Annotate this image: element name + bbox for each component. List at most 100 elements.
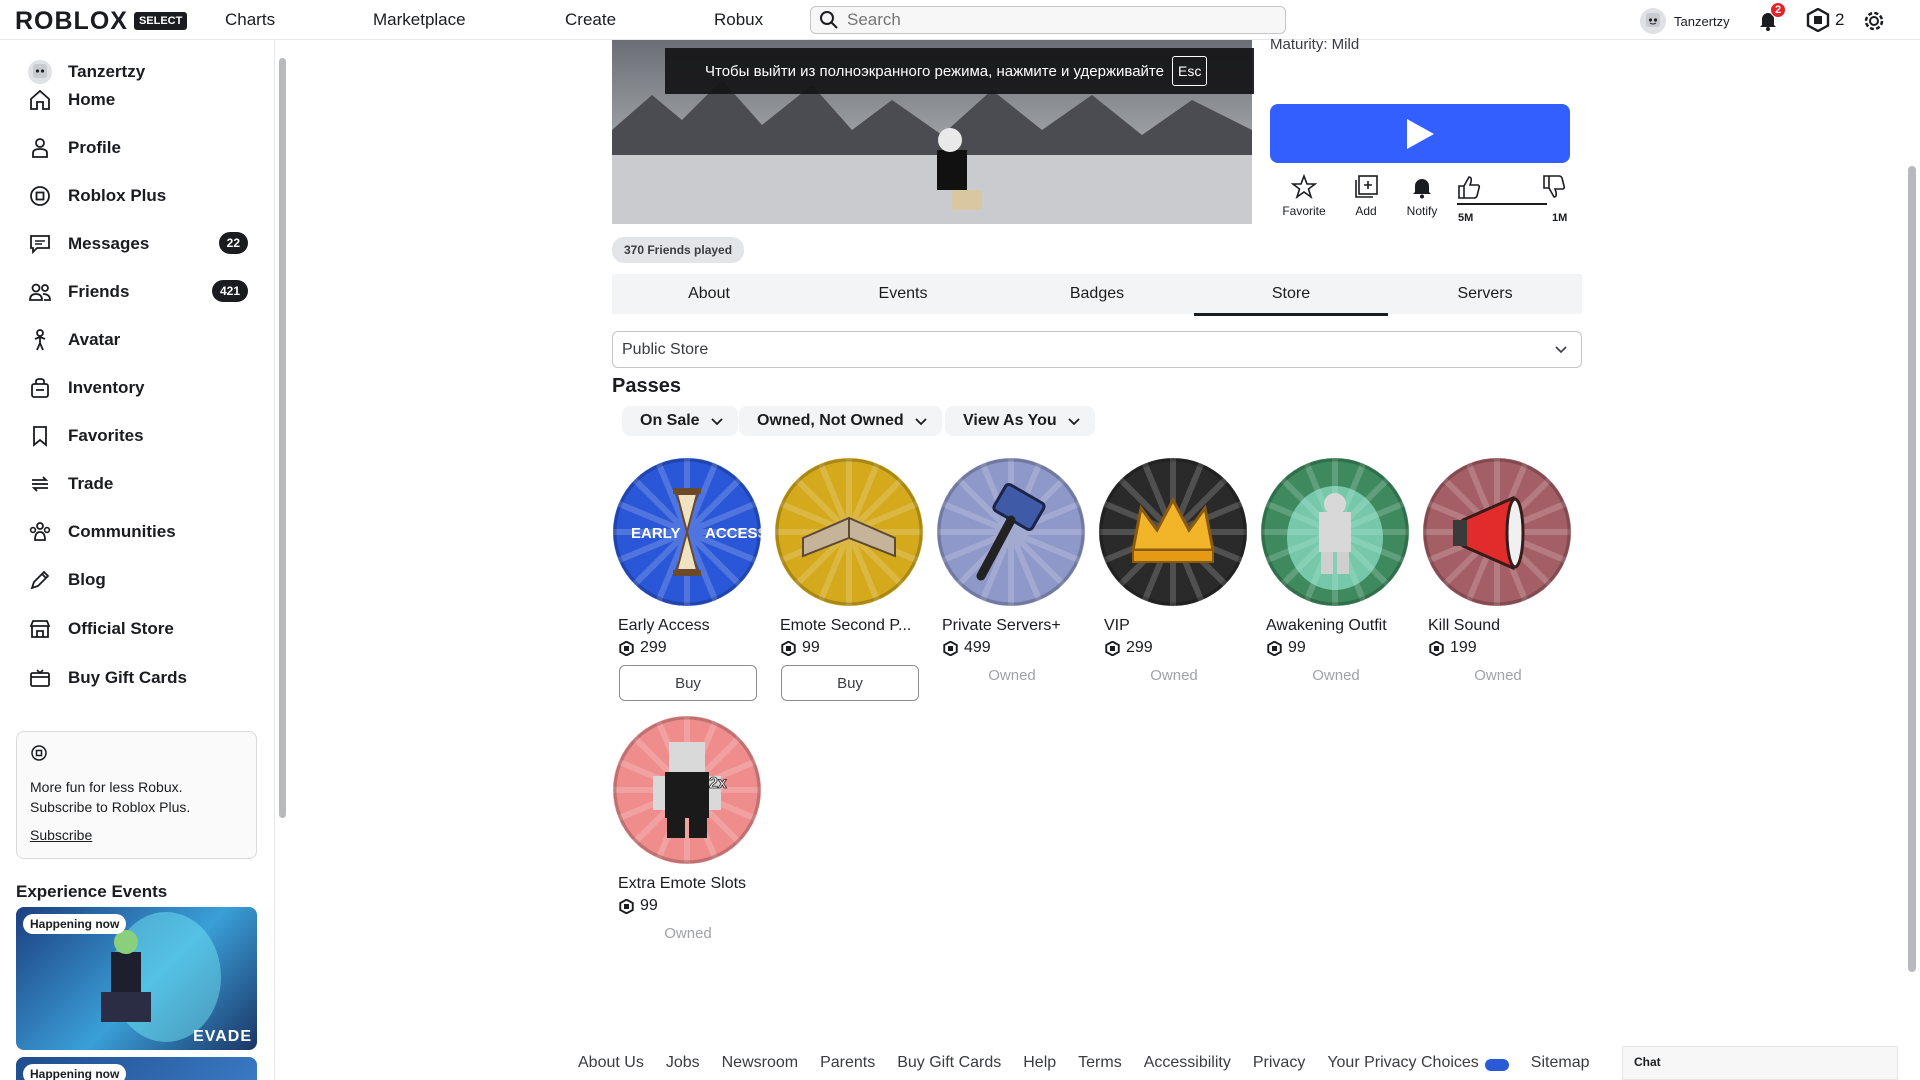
sidebar-item-home[interactable]: Home <box>28 86 248 114</box>
game-pass-name[interactable]: Emote Second P... <box>775 617 925 635</box>
logo-badge: SELECT <box>133 12 188 30</box>
price-value: 99 <box>1288 639 1306 656</box>
nav-create[interactable]: Create <box>565 10 616 30</box>
roblox-plus-promo: More fun for less Robux. Subscribe to Ro… <box>16 731 257 859</box>
filter-ownership[interactable]: Owned, Not Owned <box>739 406 942 436</box>
game-pass-thumbnail[interactable] <box>1261 458 1409 606</box>
game-pass-thumbnail[interactable] <box>937 458 1085 606</box>
sidebar-item-inventory[interactable]: Inventory <box>28 374 248 402</box>
sidebar-item-favorites[interactable]: Favorites <box>28 422 248 450</box>
game-pass-card[interactable]: VIP 299 Owned <box>1099 458 1249 684</box>
sidebar-item-trade[interactable]: Trade <box>28 470 248 498</box>
favorite-button[interactable]: Favorite <box>1274 174 1334 218</box>
tab-events[interactable]: Events <box>806 274 1000 314</box>
inventory-icon <box>28 376 52 400</box>
game-pass-card[interactable]: Emote Second P... 99 Buy <box>775 458 925 701</box>
sidebar-item-profile[interactable]: Profile <box>28 134 248 162</box>
sidebar-scrollbar[interactable] <box>279 58 286 818</box>
game-pass-card[interactable]: 2x Extra Emote Slots 99 Owned <box>613 716 763 942</box>
roblox-logo[interactable]: ROBLOX SELECT <box>15 7 188 35</box>
footer-link-terms[interactable]: Terms <box>1078 1054 1122 1072</box>
game-pass-name[interactable]: Extra Emote Slots <box>613 875 763 893</box>
footer-link-parents[interactable]: Parents <box>820 1054 875 1072</box>
filter-view-as[interactable]: View As You <box>945 406 1095 436</box>
filter-label: View As You <box>963 412 1057 429</box>
event-card[interactable]: Happening now <box>16 1057 257 1080</box>
tab-servers[interactable]: Servers <box>1388 274 1582 314</box>
sidebar-item-messages[interactable]: Messages 22 <box>28 230 248 258</box>
robux-icon[interactable] <box>1806 8 1830 32</box>
sidebar-item-official-store[interactable]: Official Store <box>28 615 248 643</box>
sidebar-item-label: Favorites <box>68 426 144 445</box>
sidebar-item-blog[interactable]: Blog <box>28 566 248 594</box>
game-pass-price: 499 <box>937 639 1087 657</box>
thumbs-down-icon[interactable] <box>1541 174 1567 200</box>
sidebar-item-buy-gift-cards[interactable]: Buy Gift Cards <box>28 664 248 692</box>
chevron-down-icon <box>1068 418 1080 426</box>
game-pass-thumbnail[interactable] <box>1099 458 1247 606</box>
game-pass-name[interactable]: Kill Sound <box>1423 617 1573 635</box>
chat-panel[interactable]: Chat <box>1622 1046 1898 1080</box>
top-user-profile[interactable]: Tanzertzy <box>1640 8 1730 34</box>
game-pass-thumbnail[interactable] <box>1423 458 1571 606</box>
logo-text: ROBLOX <box>15 7 128 35</box>
filter-on-sale[interactable]: On Sale <box>622 406 738 436</box>
tab-store[interactable]: Store <box>1194 274 1388 316</box>
footer-link-help[interactable]: Help <box>1023 1054 1056 1072</box>
robux-icon <box>943 640 958 656</box>
top-navigation-bar: ROBLOX SELECT Charts Marketplace Create … <box>0 0 1920 40</box>
bell-icon <box>1413 179 1431 199</box>
sidebar-item-avatar[interactable]: Avatar <box>28 326 248 354</box>
game-pass-thumbnail[interactable]: EARLY ACCESS <box>613 458 761 606</box>
footer-link-newsroom[interactable]: Newsroom <box>722 1054 798 1072</box>
game-pass-name[interactable]: VIP <box>1099 617 1249 635</box>
footer-link-accessibility[interactable]: Accessibility <box>1144 1054 1231 1072</box>
gear-icon[interactable] <box>1861 8 1887 34</box>
footer-link-privacy[interactable]: Privacy <box>1253 1054 1305 1072</box>
footer-link-jobs[interactable]: Jobs <box>666 1054 700 1072</box>
notify-button[interactable]: Notify <box>1392 174 1452 218</box>
footer-link-about-us[interactable]: About Us <box>578 1054 644 1072</box>
buy-button[interactable]: Buy <box>619 665 757 701</box>
home-icon <box>28 88 52 112</box>
top-username: Tanzertzy <box>1674 13 1730 29</box>
thumbs-up-icon[interactable] <box>1456 174 1482 200</box>
tab-badges[interactable]: Badges <box>1000 274 1194 314</box>
search-input[interactable] <box>847 10 1267 30</box>
buy-button[interactable]: Buy <box>781 665 919 701</box>
game-pass-name[interactable]: Private Servers+ <box>937 617 1087 635</box>
event-card[interactable]: Happening now EVADE <box>16 907 257 1050</box>
store-icon <box>28 617 52 641</box>
nav-robux[interactable]: Robux <box>714 10 763 30</box>
page-scrollbar[interactable] <box>1908 166 1916 972</box>
store-type-select[interactable]: Public Store <box>612 331 1582 368</box>
sidebar-item-roblox-plus[interactable]: Roblox Plus <box>28 182 248 210</box>
search-box[interactable] <box>810 6 1286 34</box>
sidebar-username: Tanzertzy <box>68 62 146 81</box>
sidebar-user[interactable]: Tanzertzy <box>28 58 248 86</box>
game-pass-card[interactable]: Kill Sound 199 Owned <box>1423 458 1573 684</box>
dislike-count: 1M <box>1552 212 1568 224</box>
footer-link-sitemap[interactable]: Sitemap <box>1531 1054 1590 1072</box>
communities-icon <box>28 520 52 544</box>
sidebar-item-communities[interactable]: Communities <box>28 518 248 546</box>
sidebar-item-label: Blog <box>68 570 106 589</box>
nav-marketplace[interactable]: Marketplace <box>373 10 466 30</box>
favorite-label: Favorite <box>1282 204 1326 218</box>
sidebar-item-friends[interactable]: Friends 421 <box>28 278 248 306</box>
game-pass-name[interactable]: Awakening Outfit <box>1261 617 1411 635</box>
game-pass-thumbnail[interactable]: 2x <box>613 716 761 864</box>
game-pass-thumbnail[interactable] <box>775 458 923 606</box>
add-button[interactable]: Add <box>1336 174 1396 218</box>
game-pass-card[interactable]: Private Servers+ 499 Owned <box>937 458 1087 684</box>
robux-icon <box>1267 640 1282 656</box>
game-pass-name[interactable]: Early Access <box>613 617 763 635</box>
nav-charts[interactable]: Charts <box>225 10 275 30</box>
play-button[interactable] <box>1270 104 1570 163</box>
subscribe-link[interactable]: Subscribe <box>30 827 92 843</box>
footer-link-your-privacy-choices[interactable]: Your Privacy Choices <box>1327 1054 1478 1072</box>
footer-link-buy-gift-cards[interactable]: Buy Gift Cards <box>897 1054 1001 1072</box>
game-pass-card[interactable]: Awakening Outfit 99 Owned <box>1261 458 1411 684</box>
game-pass-card[interactable]: EARLY ACCESS Early Access 299 Buy <box>613 458 763 701</box>
tab-about[interactable]: About <box>612 274 806 314</box>
